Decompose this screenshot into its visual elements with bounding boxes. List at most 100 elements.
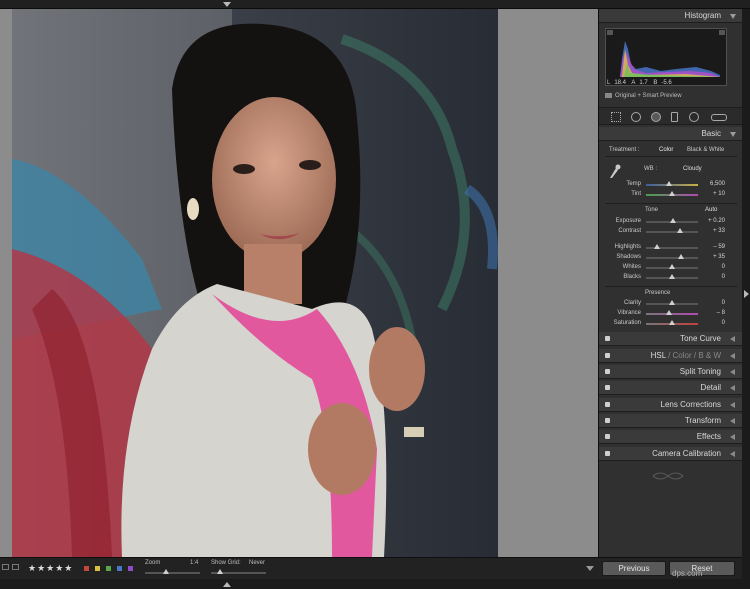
vibrance-value[interactable]: – 8 [699, 310, 725, 316]
panel-switch-icon[interactable] [605, 353, 610, 358]
top-panel-toggle-bar[interactable] [0, 0, 750, 9]
smart-preview-status[interactable]: Original + Smart Preview [605, 93, 682, 99]
yellow-label-icon[interactable] [95, 566, 100, 571]
saturation-value[interactable]: 0 [699, 320, 725, 326]
whites-slider[interactable] [646, 264, 698, 269]
panel-switch-icon[interactable] [605, 369, 610, 374]
saturation-slider[interactable] [646, 320, 698, 325]
temp-value[interactable]: 6,500 [699, 181, 725, 187]
shadows-slider[interactable] [646, 254, 698, 259]
expand-arrow-icon[interactable] [730, 451, 735, 457]
tint-value[interactable]: + 10 [699, 191, 725, 197]
blue-label-icon[interactable] [117, 566, 122, 571]
expand-arrow-icon[interactable] [730, 418, 735, 424]
tab-bw[interactable]: B & W [698, 351, 721, 360]
hsl-header[interactable]: HSL / Color / B & W [599, 349, 743, 363]
histogram-header[interactable]: Histogram [599, 9, 743, 23]
lens-corrections-header[interactable]: Lens Corrections [599, 398, 743, 412]
transform-header[interactable]: Transform [599, 414, 743, 428]
right-panel-toggle-bar[interactable] [742, 9, 750, 589]
camera-calibration-header[interactable]: Camera Calibration [599, 447, 743, 461]
top-panel-toggle-icon[interactable] [223, 2, 231, 7]
exposure-value[interactable]: + 0.20 [699, 218, 725, 224]
tab-hsl[interactable]: HSL [651, 351, 666, 360]
temp-slider[interactable] [646, 181, 698, 186]
collapse-arrow-icon[interactable] [730, 132, 736, 137]
vibrance-slider[interactable] [646, 310, 698, 315]
expand-arrow-icon[interactable] [730, 402, 735, 408]
zoom-slider[interactable] [145, 569, 200, 574]
histogram-graph[interactable] [605, 28, 727, 86]
tone-curve-header[interactable]: Tone Curve [599, 332, 743, 346]
split-toning-header[interactable]: Split Toning [599, 365, 743, 379]
expand-arrow-icon[interactable] [730, 434, 735, 440]
clarity-slider-thumb[interactable] [669, 300, 675, 305]
saturation-slider-thumb[interactable] [669, 320, 675, 325]
filmstrip-toggle-bar[interactable]: dps.com [0, 569, 742, 589]
grid-slider[interactable] [211, 569, 266, 574]
basic-header[interactable]: Basic [599, 127, 743, 141]
purple-label-icon[interactable] [128, 566, 133, 571]
expand-arrow-icon[interactable] [730, 353, 735, 359]
crop-tool-icon[interactable] [611, 112, 621, 122]
exposure-slider-thumb[interactable] [670, 218, 676, 223]
temp-slider-thumb[interactable] [666, 181, 672, 186]
toolbar-options-icon[interactable] [586, 566, 594, 571]
highlights-slider-thumb[interactable] [654, 244, 660, 249]
panel-switch-icon[interactable] [605, 434, 610, 439]
effects-header[interactable]: Effects [599, 430, 743, 444]
shadows-slider-thumb[interactable] [678, 254, 684, 259]
red-label-icon[interactable] [84, 566, 89, 571]
previous-button[interactable]: Previous [602, 561, 666, 576]
radial-filter-tool-icon[interactable] [689, 112, 699, 122]
panel-switch-icon[interactable] [605, 418, 610, 423]
rating-stars[interactable]: ★★★★★ [28, 563, 73, 574]
highlights-slider[interactable] [646, 244, 698, 249]
expand-arrow-icon[interactable] [730, 369, 735, 375]
red-eye-tool-icon[interactable] [651, 112, 661, 122]
blacks-slider-thumb[interactable] [669, 274, 675, 279]
filmstrip-toggle-icon[interactable] [223, 582, 231, 587]
right-panel-toggle-icon[interactable] [744, 290, 749, 298]
zoom-value[interactable]: 1:4 [190, 560, 198, 566]
collapse-arrow-icon[interactable] [730, 14, 736, 19]
panel-switch-icon[interactable] [605, 451, 610, 456]
expand-arrow-icon[interactable] [730, 336, 735, 342]
before-after-icon[interactable] [12, 564, 19, 570]
wb-preset-dropdown[interactable]: Cloudy [683, 166, 702, 172]
tab-color[interactable]: Color [673, 351, 692, 360]
contrast-value[interactable]: + 33 [699, 228, 725, 234]
contrast-slider[interactable] [646, 228, 698, 233]
shadows-value[interactable]: + 35 [699, 254, 725, 260]
grid-slider-thumb[interactable] [217, 569, 223, 574]
whites-value[interactable]: 0 [699, 264, 725, 270]
treatment-bw-option[interactable]: Black & White [687, 147, 724, 153]
panel-switch-icon[interactable] [605, 336, 610, 341]
exposure-slider[interactable] [646, 218, 698, 223]
contrast-slider-thumb[interactable] [677, 228, 683, 233]
show-grid-dropdown[interactable]: Never [249, 560, 265, 566]
treatment-color-option[interactable]: Color [659, 147, 673, 153]
detail-header[interactable]: Detail [599, 381, 743, 395]
tint-slider[interactable] [646, 191, 698, 196]
zoom-slider-thumb[interactable] [163, 569, 169, 574]
panel-switch-icon[interactable] [605, 402, 610, 407]
blacks-slider[interactable] [646, 274, 698, 279]
highlights-value[interactable]: – 59 [699, 244, 725, 250]
vibrance-slider-thumb[interactable] [666, 310, 672, 315]
blacks-value[interactable]: 0 [699, 274, 725, 280]
expand-arrow-icon[interactable] [730, 385, 735, 391]
whites-slider-thumb[interactable] [669, 264, 675, 269]
highlight-clip-icon[interactable] [719, 30, 725, 35]
tint-slider-thumb[interactable] [669, 191, 675, 196]
graduated-filter-tool-icon[interactable] [671, 112, 678, 122]
clarity-value[interactable]: 0 [699, 300, 725, 306]
shadow-clip-icon[interactable] [607, 30, 613, 35]
tone-auto-button[interactable]: Auto [705, 207, 717, 213]
panel-switch-icon[interactable] [605, 385, 610, 390]
white-balance-eyedropper-icon[interactable] [607, 163, 621, 179]
green-label-icon[interactable] [106, 566, 111, 571]
clarity-slider[interactable] [646, 300, 698, 305]
spot-removal-tool-icon[interactable] [631, 112, 641, 122]
adjustment-brush-tool-icon[interactable] [711, 114, 727, 121]
